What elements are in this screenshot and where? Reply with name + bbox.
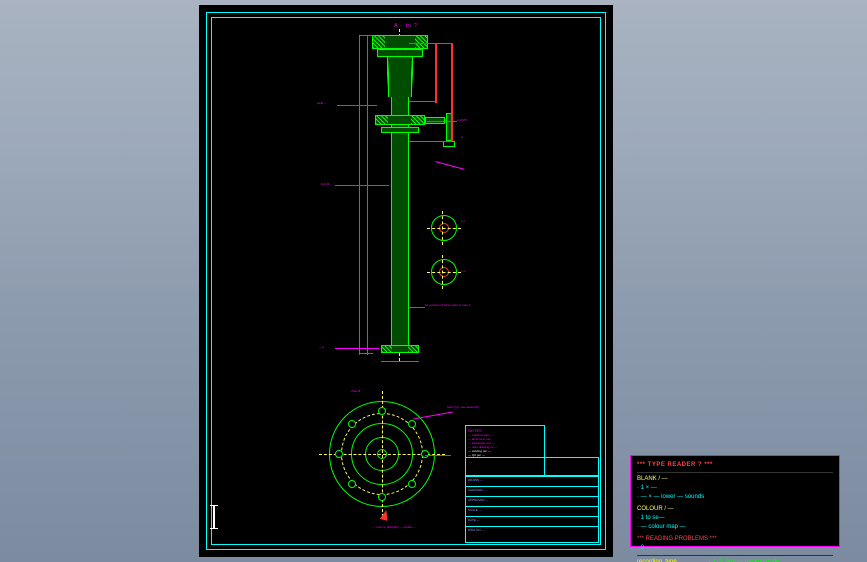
dim-right-long [451,43,453,141]
legend-g2-item-1: · — colour map — [637,523,833,532]
leader-lower-pipe [409,307,425,308]
callout-plan-1: hole (typ.) see assembly [447,405,507,409]
tb-row-1: CHECKED — [466,486,598,496]
callout-lower-pipe: for position of holes refer to note 2 [425,303,497,307]
scale-bar-icon [213,505,215,529]
callout-collar: ø - [461,135,465,139]
pipe-body [391,97,409,353]
hatch-flange-l [373,36,385,48]
tb-row-2: APPROVED — [466,496,598,506]
callout-bolt: bolt M- [321,182,330,186]
hatch-foot-l [382,346,392,352]
callout-circ2: 1-o- [461,269,466,273]
title-block-header: — [466,458,598,476]
divider-icon [637,472,833,473]
plan-hole-n [378,407,386,415]
callout-circ1: 1-o [461,219,465,223]
plan-hole-w [335,450,343,458]
dim-extents-left [367,35,368,355]
hatch-foot-r [408,346,418,352]
hatch-mid-r [411,116,424,124]
callout-foot-left: —g [319,345,324,349]
top-flange-step [377,49,423,57]
leader-bolt [335,185,389,186]
tapered-neck [387,57,413,97]
legend-group2-title: COLOUR / — [637,505,833,514]
plan-hole-e [421,450,429,458]
plan-hole-se [408,480,416,488]
tb-company: — [469,460,472,464]
legend-g2-item-0: · 1 to se— [637,514,833,523]
dim-extents-left2 [359,35,360,355]
plan-hole-ne [408,420,416,428]
detail-circle-2-axis-h [427,272,461,273]
tb-row-4: DATE — [466,516,598,526]
tb-row-0: DRAWN — [466,476,598,486]
divider-icon [637,555,833,556]
plan-hole-s [378,493,386,501]
dim-right-bot-tick [409,141,453,142]
leader-weld [337,105,377,106]
dim-foot-width [381,361,419,362]
dim-right-top-tick [409,43,453,44]
callout-nozzle: - [457,165,497,169]
plan-hole-sw [348,480,356,488]
legend-warn: *** READING PROBLEMS *** [637,535,833,544]
drawing-sheet[interactable]: A - to ? [199,5,613,557]
callout-weld: weld — [317,101,327,105]
legend-g1-item-0: · 1 × — [637,484,833,493]
tb-row-5: DWG NO — [466,526,598,536]
plan-hole-nw [348,420,356,428]
legend-footer-0: recording_typel_r_S_line — backup node [637,558,833,562]
mid-flange-2 [381,127,419,133]
hatch-flange-r [415,36,427,48]
legend-title: *** TYPE READER ? *** [637,461,833,470]
leader-thread [427,121,457,122]
view-b-label: View B [351,389,360,393]
detail-circle-1-axis-h [427,228,461,229]
leader-foot-left [335,348,379,349]
callout-plan-bottom: — refer to (illegible) — partial — [349,525,439,529]
dim-right-mid-tick [409,101,437,102]
callout-thread: 2.1(M?) [457,118,467,122]
title-block: — DRAWN — CHECKED — APPROVED — SCALE — D… [465,457,599,543]
leader-plan-2 [425,455,451,456]
dim-top-tick [359,35,373,36]
dim-right-short [435,43,437,103]
legend-group1-title: BLANK / — [637,475,833,484]
legend-g1-item-1: · — × — lower — sounds [637,493,833,502]
tb-row-3: SCALE — [466,506,598,516]
legend-warn-sub: · 0 — — [637,544,833,553]
hatch-mid-l [376,116,388,124]
section-label-top: A - to ? [199,23,613,29]
viewport[interactable]: A - to ? [0,0,867,562]
dim-bot-tick [359,353,373,354]
legend-panel[interactable]: *** TYPE READER ? *** BLANK / — · 1 × — … [630,455,840,547]
